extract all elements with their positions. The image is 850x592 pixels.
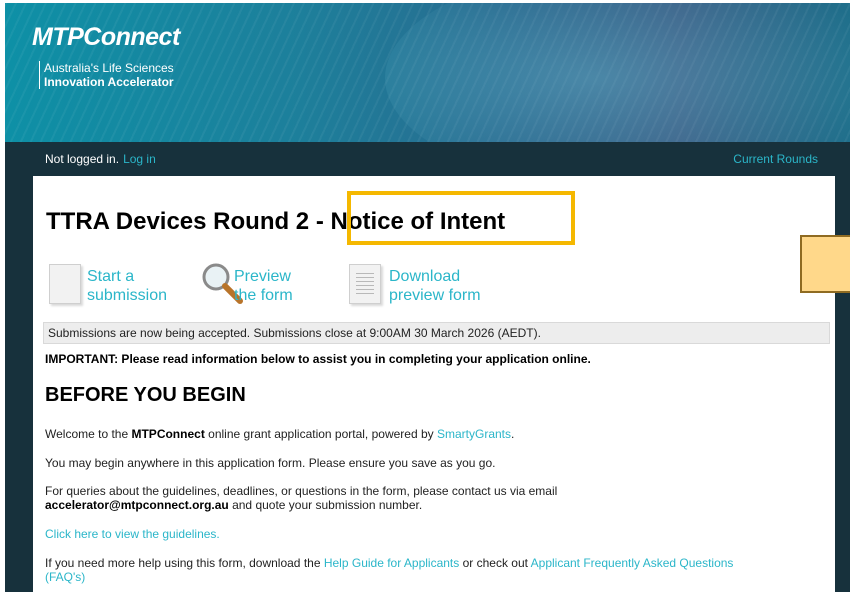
document-lines-icon <box>349 261 383 304</box>
help-paragraph: If you need more help using this form, d… <box>45 556 733 584</box>
download-preview-form-button[interactable]: Download preview form <box>349 258 509 308</box>
tagline-line1: Australia's Life Sciences <box>44 61 174 75</box>
help-mid: or check out <box>459 556 531 570</box>
preview-form-label: Preview the form <box>234 267 293 305</box>
preview-line1: Preview <box>234 268 291 285</box>
header-banner: MTPConnect Australia's Life Sciences Inn… <box>5 3 850 193</box>
sticky-note[interactable] <box>800 235 850 293</box>
main-content: TTRA Devices Round 2 - Notice of Intent … <box>33 176 835 592</box>
welcome-brand: MTPConnect <box>131 427 205 441</box>
welcome-pre: Welcome to the <box>45 427 132 441</box>
page-title-part2: - Notice of Intent <box>315 208 506 235</box>
download-preview-label: Download preview form <box>389 267 481 305</box>
contact-email: accelerator@mtpconnect.org.au <box>45 498 229 512</box>
current-rounds-link[interactable]: Current Rounds <box>733 152 818 166</box>
page-frame: MTPConnect Australia's Life Sciences Inn… <box>5 3 850 592</box>
download-line2: preview form <box>389 287 481 304</box>
login-link[interactable]: Log in <box>123 152 156 166</box>
document-icon <box>49 261 83 304</box>
preview-form-button[interactable]: Preview the form <box>199 258 329 308</box>
smartygrants-link[interactable]: SmartyGrants <box>437 427 511 441</box>
start-submission-button[interactable]: Start a submission <box>49 258 189 308</box>
login-status-text: Not logged in. <box>45 152 120 166</box>
login-status: Not logged in. Log in <box>45 152 156 166</box>
logo-tagline: Australia's Life Sciences Innovation Acc… <box>39 61 174 89</box>
start-line2: submission <box>87 287 168 304</box>
submission-notice: Submissions are now being accepted. Subm… <box>43 322 830 344</box>
top-navbar: Not logged in. Log in Current Rounds <box>5 142 850 176</box>
queries-line1: For queries about the guidelines, deadli… <box>45 484 558 498</box>
faq-link-continued[interactable]: (FAQ's) <box>45 570 85 584</box>
help-guide-link[interactable]: Help Guide for Applicants <box>324 556 459 570</box>
queries-line2: and quote your submission number. <box>228 498 423 512</box>
before-you-begin-heading: BEFORE YOU BEGIN <box>45 384 246 406</box>
start-line1: Start a <box>87 268 135 285</box>
mtpconnect-logo[interactable]: MTPConnect <box>32 23 180 52</box>
help-pre: If you need more help using this form, d… <box>45 556 324 570</box>
welcome-mid: online grant application portal, powered… <box>204 427 437 441</box>
preview-line2: the form <box>234 287 293 304</box>
start-submission-label: Start a submission <box>87 267 167 305</box>
page-title: TTRA Devices Round 2 - Notice of Intent <box>46 208 505 236</box>
download-line1: Download <box>389 268 461 285</box>
important-notice: IMPORTANT: Please read information below… <box>45 352 591 366</box>
tagline-line2: Innovation Accelerator <box>44 75 174 89</box>
begin-paragraph: You may begin anywhere in this applicati… <box>45 456 496 470</box>
queries-paragraph: For queries about the guidelines, deadli… <box>45 484 557 512</box>
welcome-paragraph: Welcome to the MTPConnect online grant a… <box>45 427 514 441</box>
welcome-post: . <box>511 427 515 441</box>
faq-link[interactable]: Applicant Frequently Asked Questions <box>531 556 734 570</box>
page-title-part1: TTRA Devices Round 2 <box>46 208 316 235</box>
view-guidelines-link[interactable]: Click here to view the guidelines. <box>45 527 220 541</box>
